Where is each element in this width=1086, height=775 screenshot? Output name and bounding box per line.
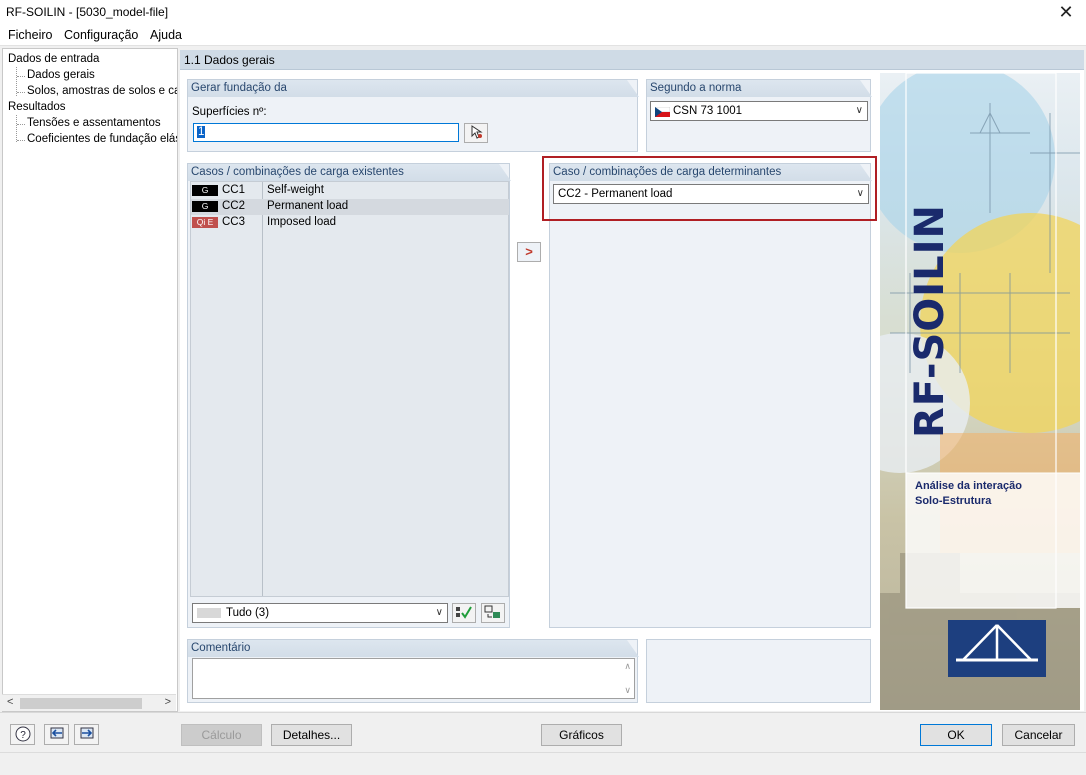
panel-norma: Segundo a norma CSN 73 1001 ∨ xyxy=(646,79,871,152)
load-case-id: CC3 xyxy=(222,216,246,228)
scroll-down-icon[interactable]: ∨ xyxy=(624,685,631,696)
panel-gerar-fundacao: Gerar fundação da Superfícies nº: 1 xyxy=(187,79,638,152)
panel-determinantes: Caso / combinações de carga determinante… xyxy=(549,163,871,628)
filter-select[interactable]: Tudo (3) ∨ xyxy=(192,603,448,623)
action-category-badge: G xyxy=(192,201,218,212)
superficies-value: 1 xyxy=(197,126,206,138)
tree-resultados[interactable]: Resultados xyxy=(8,101,66,113)
help-button[interactable]: ? xyxy=(10,724,35,745)
tree-solos[interactable]: Solos, amostras de solos e cam xyxy=(27,85,177,97)
menu-configuracao[interactable]: Configuração xyxy=(64,28,138,42)
norma-value: CSN 73 1001 xyxy=(673,105,743,117)
czech-flag-icon xyxy=(655,107,670,117)
load-case-id: CC2 xyxy=(222,200,246,212)
menu-bar: Ficheiro Configuração Ajuda xyxy=(0,26,1086,46)
load-case-row[interactable]: Qi E CC3 Imposed load xyxy=(191,215,509,231)
load-case-name: Imposed load xyxy=(267,216,337,228)
filter-value: Tudo (3) xyxy=(226,607,270,619)
panel-norma-title: Segundo a norma xyxy=(647,80,872,97)
panel-determinantes-title: Caso / combinações de carga determinante… xyxy=(550,164,872,181)
import-icon xyxy=(50,727,63,739)
load-case-id: CC1 xyxy=(222,184,246,196)
menu-ficheiro[interactable]: Ficheiro xyxy=(8,28,52,42)
menu-ajuda[interactable]: Ajuda xyxy=(150,28,182,42)
panel-gerar-title: Gerar fundação da xyxy=(188,80,639,97)
pick-surface-button[interactable] xyxy=(464,123,488,143)
cancelar-button[interactable]: Cancelar xyxy=(1002,724,1075,746)
panel-blank xyxy=(646,639,871,703)
load-case-name: Self-weight xyxy=(267,184,324,196)
status-bar xyxy=(0,752,1086,775)
chevron-down-icon: ∨ xyxy=(855,105,863,116)
transfer-right-button[interactable]: > xyxy=(517,242,541,262)
nav-horizontal-scrollbar[interactable]: < > xyxy=(2,694,176,711)
superficies-label: Superfícies nº: xyxy=(192,106,267,118)
scroll-thumb[interactable] xyxy=(20,698,142,709)
help-icon: ? xyxy=(15,726,30,742)
filter-color-swatch xyxy=(197,608,221,618)
brand-logo-text-wrap: RF-SOILIN xyxy=(907,198,953,439)
export-icon xyxy=(80,727,93,739)
brand-subtitle: Análise da interação Solo-Estrutura xyxy=(915,479,1022,509)
chevron-down-icon: ∨ xyxy=(435,607,443,618)
window-title: RF-SOILIN - [5030_model-file] xyxy=(6,5,169,19)
pick-cursor-icon xyxy=(471,125,483,139)
scroll-right-icon[interactable]: > xyxy=(165,696,171,708)
svg-text:?: ? xyxy=(20,730,26,741)
tree-coeficientes[interactable]: Coeficientes de fundação elást xyxy=(27,133,177,145)
norma-select[interactable]: CSN 73 1001 ∨ xyxy=(650,101,868,121)
export-button[interactable] xyxy=(74,724,99,745)
calculo-button[interactable]: Cálculo xyxy=(181,724,262,746)
navigator-tree: Dados de entrada Dados gerais Solos, amo… xyxy=(2,48,178,712)
determinante-value: CC2 - Permanent load xyxy=(558,188,673,200)
detalhes-button[interactable]: Detalhes... xyxy=(271,724,352,746)
scroll-up-icon[interactable]: ∧ xyxy=(624,661,631,672)
tree-tensoes[interactable]: Tensões e assentamentos xyxy=(27,117,161,129)
ok-button[interactable]: OK xyxy=(920,724,992,746)
brand-logo-text: RF-SOILIN xyxy=(907,203,953,439)
bridge-logo-icon xyxy=(956,624,1038,662)
brand-panel: RF-SOILIN Análise da interação Solo-Estr… xyxy=(880,73,1080,710)
section-header: 1.1 Dados gerais xyxy=(180,50,1084,70)
title-bar: RF-SOILIN - [5030_model-file] ✕ xyxy=(0,0,1086,26)
close-icon[interactable]: ✕ xyxy=(1056,2,1076,23)
brand-subtitle-line1: Análise da interação xyxy=(915,480,1022,492)
scroll-left-icon[interactable]: < xyxy=(7,696,13,708)
arrow-right-icon: > xyxy=(525,244,533,259)
action-category-badge: Qi E xyxy=(192,217,218,228)
tree-dados-entrada[interactable]: Dados de entrada xyxy=(8,53,99,65)
invert-selection-button[interactable] xyxy=(481,603,505,623)
company-logo xyxy=(948,620,1046,677)
load-case-row[interactable]: G CC1 Self-weight xyxy=(191,183,509,199)
load-case-name: Permanent load xyxy=(267,200,349,212)
chevron-down-icon: ∨ xyxy=(856,188,864,199)
panel-existentes-title: Casos / combinações de carga existentes xyxy=(188,164,511,181)
load-case-list[interactable]: G CC1 Self-weight G CC2 Permanent load Q… xyxy=(190,181,509,597)
select-checkmark-icon xyxy=(456,606,472,619)
comentario-textarea[interactable]: ∧ ∨ xyxy=(192,658,635,699)
panel-casos-existentes: Casos / combinações de carga existentes … xyxy=(187,163,510,628)
panel-comentario-title: Comentário xyxy=(188,640,639,657)
determinante-select[interactable]: CC2 - Permanent load ∨ xyxy=(553,184,869,204)
invert-selection-icon xyxy=(484,605,500,618)
select-all-button[interactable] xyxy=(452,603,476,623)
section-title: 1.1 Dados gerais xyxy=(184,53,275,67)
graficos-button[interactable]: Gráficos xyxy=(541,724,622,746)
tree-dados-gerais[interactable]: Dados gerais xyxy=(27,69,95,81)
load-case-row[interactable]: G CC2 Permanent load xyxy=(191,199,509,215)
import-button[interactable] xyxy=(44,724,69,745)
panel-comentario: Comentário ∧ ∨ xyxy=(187,639,638,703)
superficies-input[interactable]: 1 xyxy=(193,123,459,142)
brand-subtitle-line2: Solo-Estrutura xyxy=(915,495,992,507)
action-category-badge: G xyxy=(192,185,218,196)
